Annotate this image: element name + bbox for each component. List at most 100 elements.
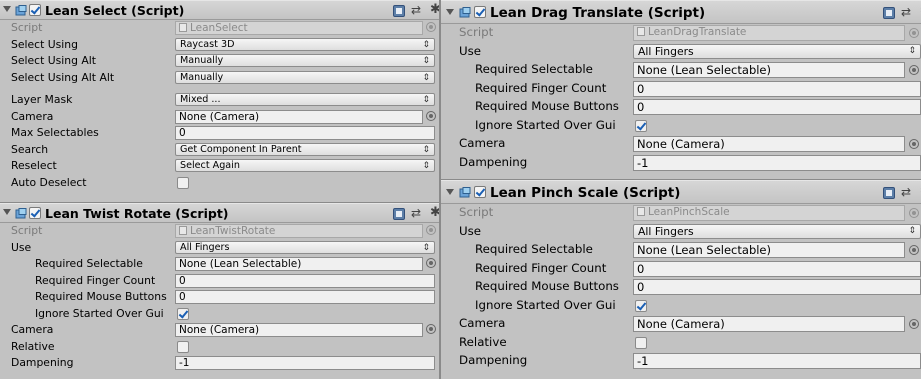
lean-twist-rotate-component: Lean Twist Rotate (Script) ⇄ ✱ Script Le…	[0, 203, 439, 379]
reselect-dropdown[interactable]: Select Again ⇕	[175, 159, 435, 172]
search-dropdown-value: Get Component In Parent	[180, 143, 302, 155]
script-field-value: LeanTwistRotate	[190, 225, 276, 237]
required-mouse-buttons-row: Required Mouse Buttons 0	[0, 289, 439, 306]
required-finger-count-row: Required Finger Count 0	[441, 260, 921, 279]
select-using-dropdown[interactable]: Raycast 3D ⇕	[175, 37, 435, 51]
script-icon	[459, 7, 471, 18]
dropdown-arrow-icon: ⇕	[422, 242, 430, 253]
required-selectable-label: Required Selectable	[35, 257, 143, 270]
max-selectables-field[interactable]: 0	[175, 126, 435, 140]
use-dropdown-value: All Fingers	[638, 224, 694, 238]
gear-icon[interactable]: ✱	[430, 206, 439, 220]
lean-select-component: Lean Select (Script) ⇄ ✱ Script LeanSele…	[0, 0, 439, 203]
reselect-label: Reselect	[11, 159, 57, 172]
object-picker-icon[interactable]	[909, 245, 919, 255]
required-mouse-buttons-field[interactable]: 0	[175, 290, 435, 304]
relative-label: Relative	[459, 334, 507, 349]
component-enabled-checkbox[interactable]	[474, 6, 486, 18]
camera-label: Camera	[459, 136, 506, 150]
select-using-alt-alt-dropdown[interactable]: Manually ⇕	[175, 70, 435, 84]
camera-field[interactable]: None (Camera)	[633, 316, 905, 332]
dropdown-arrow-icon: ⇕	[908, 225, 916, 236]
select-using-row: Select Using Raycast 3D ⇕	[0, 37, 439, 54]
help-book-icon[interactable]	[393, 4, 405, 17]
foldout-arrow-icon[interactable]	[446, 9, 454, 15]
required-finger-count-label: Required Finger Count	[475, 260, 607, 275]
help-book-icon[interactable]	[883, 186, 895, 199]
component-header[interactable]: Lean Select (Script) ⇄ ✱	[0, 0, 439, 20]
use-dropdown[interactable]: All Fingers ⇕	[633, 43, 921, 59]
object-picker-icon[interactable]	[909, 139, 919, 149]
ignore-started-over-gui-checkbox[interactable]	[177, 307, 189, 320]
use-dropdown[interactable]: All Fingers ⇕	[633, 223, 921, 239]
required-finger-count-field[interactable]: 0	[633, 260, 921, 277]
required-finger-count-field[interactable]: 0	[175, 273, 435, 288]
help-book-icon[interactable]	[883, 6, 895, 19]
use-label: Use	[459, 43, 482, 58]
component-title: Lean Pinch Scale (Script)	[490, 185, 681, 201]
object-picker-icon[interactable]	[909, 65, 919, 75]
relative-checkbox[interactable]	[177, 340, 189, 353]
required-finger-count-field[interactable]: 0	[633, 80, 921, 97]
component-title: Lean Select (Script)	[45, 3, 185, 18]
use-label: Use	[459, 223, 482, 238]
component-header[interactable]: Lean Pinch Scale (Script) ⇄ ✱	[441, 180, 921, 204]
required-selectable-field[interactable]: None (Lean Selectable)	[175, 257, 423, 271]
required-mouse-buttons-label: Required Mouse Buttons	[475, 279, 619, 293]
required-mouse-buttons-field[interactable]: 0	[633, 279, 921, 295]
required-mouse-buttons-label: Required Mouse Buttons	[475, 99, 619, 113]
camera-field[interactable]: None (Camera)	[175, 109, 423, 124]
layer-mask-dropdown[interactable]: Mixed ... ⇕	[175, 93, 435, 106]
camera-field[interactable]: None (Camera)	[175, 323, 423, 337]
foldout-arrow-icon[interactable]	[3, 6, 11, 12]
required-mouse-buttons-field[interactable]: 0	[633, 99, 921, 115]
component-header[interactable]: Lean Drag Translate (Script) ⇄ ✱	[441, 0, 921, 24]
search-row: Search Get Component In Parent ⇕	[0, 142, 439, 159]
component-enabled-checkbox[interactable]	[29, 4, 41, 16]
object-picker-icon[interactable]	[426, 110, 436, 121]
relative-checkbox[interactable]	[635, 336, 647, 349]
component-enabled-checkbox[interactable]	[29, 207, 41, 219]
dropdown-arrow-icon: ⇕	[422, 144, 430, 155]
script-label: Script	[11, 224, 43, 237]
component-title: Lean Twist Rotate (Script)	[45, 206, 229, 221]
ignore-started-over-gui-row: Ignore Started Over Gui	[0, 306, 439, 323]
ignore-started-over-gui-checkbox[interactable]	[635, 119, 647, 132]
script-row: Script LeanPinchScale	[441, 204, 921, 223]
camera-label: Camera	[11, 323, 54, 336]
dampening-field[interactable]: -1	[175, 356, 435, 370]
ignore-started-over-gui-checkbox[interactable]	[635, 299, 647, 312]
ignore-started-over-gui-label: Ignore Started Over Gui	[35, 306, 164, 320]
object-picker-icon[interactable]	[909, 319, 919, 329]
ignore-started-over-gui-label: Ignore Started Over Gui	[475, 117, 616, 132]
auto-deselect-checkbox[interactable]	[177, 176, 189, 189]
select-using-alt-dropdown[interactable]: Manually ⇕	[175, 54, 435, 67]
required-mouse-buttons-label: Required Mouse Buttons	[35, 290, 167, 303]
preset-icon[interactable]: ⇄	[901, 6, 914, 19]
object-picker-icon[interactable]	[426, 258, 436, 268]
required-selectable-field[interactable]: None (Lean Selectable)	[633, 62, 905, 78]
dampening-field[interactable]: -1	[633, 353, 921, 369]
required-finger-count-row: Required Finger Count 0	[0, 273, 439, 290]
dampening-field[interactable]: -1	[633, 154, 921, 171]
component-header[interactable]: Lean Twist Rotate (Script) ⇄ ✱	[0, 203, 439, 223]
preset-icon[interactable]: ⇄	[411, 4, 424, 17]
foldout-arrow-icon[interactable]	[3, 209, 11, 215]
foldout-arrow-icon[interactable]	[446, 189, 454, 195]
use-dropdown[interactable]: All Fingers ⇕	[175, 240, 435, 254]
object-picker-icon[interactable]	[426, 324, 436, 334]
required-selectable-field[interactable]: None (Lean Selectable)	[633, 242, 905, 258]
gear-icon[interactable]: ✱	[430, 3, 439, 17]
help-book-icon[interactable]	[393, 207, 405, 220]
script-field: LeanTwistRotate	[175, 224, 423, 238]
select-using-alt-row: Select Using Alt Manually ⇕	[0, 53, 439, 70]
preset-icon[interactable]: ⇄	[901, 186, 914, 199]
dropdown-arrow-icon: ⇕	[422, 56, 430, 66]
camera-field[interactable]: None (Camera)	[633, 136, 905, 152]
component-enabled-checkbox[interactable]	[474, 186, 486, 198]
dampening-row: Dampening -1	[441, 154, 921, 173]
select-using-alt-alt-dropdown-value: Manually	[180, 71, 224, 83]
camera-row: Camera None (Camera)	[0, 322, 439, 339]
search-dropdown[interactable]: Get Component In Parent ⇕	[175, 142, 435, 156]
preset-icon[interactable]: ⇄	[411, 207, 424, 220]
